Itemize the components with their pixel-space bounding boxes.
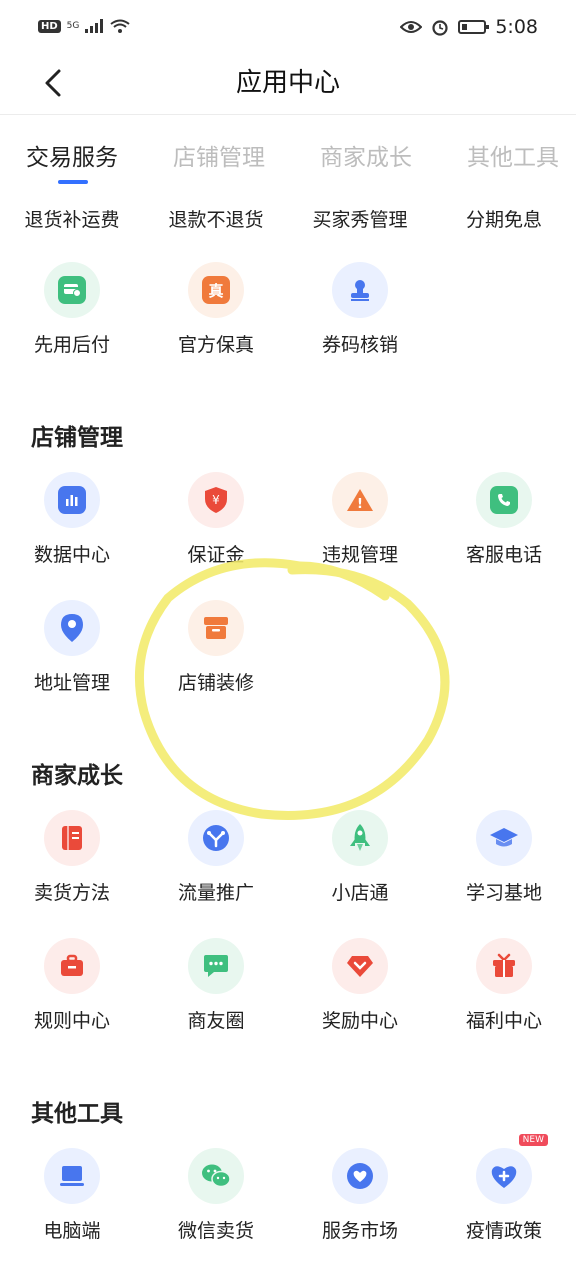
svg-text:¥: ¥ xyxy=(212,493,220,507)
app-label: 分期免息 xyxy=(465,209,542,231)
app-label: 福利中心 xyxy=(465,1010,542,1032)
battery-icon xyxy=(458,20,490,34)
app-label: 奖励中心 xyxy=(321,1010,398,1032)
app-customer-service-phone[interactable]: 客服电话 xyxy=(432,472,576,567)
tab-other-tools[interactable]: 其他工具 xyxy=(467,138,559,172)
signal-type: 5G xyxy=(66,21,80,31)
shield-yen-icon: ¥ xyxy=(188,472,244,528)
bar-chart-icon xyxy=(44,472,100,528)
app-installment[interactable]: 分期免息 xyxy=(432,205,576,232)
graduation-icon xyxy=(476,810,532,866)
briefcase-icon xyxy=(44,938,100,994)
svg-text:!: ! xyxy=(357,497,363,512)
app-address-management[interactable]: 地址管理 xyxy=(0,600,144,695)
award-icon xyxy=(332,938,388,994)
genuine-icon: 真 xyxy=(188,262,244,318)
computer-icon xyxy=(44,1148,100,1204)
eye-icon xyxy=(400,21,423,33)
status-left: HD 5G xyxy=(38,18,131,34)
app-label: 买家秀管理 xyxy=(312,209,408,231)
app-label: 退货补运费 xyxy=(24,209,120,231)
gift-icon xyxy=(476,938,532,994)
app-label: 电脑端 xyxy=(43,1220,101,1242)
app-label: 商友圈 xyxy=(187,1010,245,1032)
app-label: 先用后付 xyxy=(33,334,110,356)
app-xiaodiantong[interactable]: 小店通 xyxy=(288,810,432,905)
app-label: 券码核销 xyxy=(321,334,398,356)
app-violation-management[interactable]: ! 违规管理 xyxy=(288,472,432,567)
app-epidemic-policy[interactable]: NEW 疫情政策 xyxy=(432,1134,576,1243)
app-label: 退款不退货 xyxy=(168,209,264,231)
nav-bar: 应用中心 xyxy=(0,56,576,115)
tab-trade-service[interactable]: 交易服务 xyxy=(26,138,118,172)
app-label: 客服电话 xyxy=(465,544,542,566)
heart-icon xyxy=(332,1148,388,1204)
app-selling-methods[interactable]: 卖货方法 xyxy=(0,810,144,905)
app-label: 店铺装修 xyxy=(177,672,254,694)
app-coupon-verify[interactable]: 券码核销 xyxy=(288,262,432,357)
alarm-icon xyxy=(432,20,448,36)
page-title: 应用中心 xyxy=(235,68,340,98)
app-pc-client[interactable]: 电脑端 xyxy=(0,1148,144,1243)
app-welfare-center[interactable]: 福利中心 xyxy=(432,938,576,1033)
app-label: 服务市场 xyxy=(321,1220,398,1242)
tab-indicator xyxy=(58,180,88,184)
stamp-icon xyxy=(332,262,388,318)
tab-bar: 交易服务 店铺管理 商家成长 其他工具 xyxy=(0,128,576,188)
app-label: 官方保真 xyxy=(177,334,254,356)
app-label: 微信卖货 xyxy=(177,1220,254,1242)
app-label: 卖货方法 xyxy=(33,882,110,904)
app-label: 地址管理 xyxy=(33,672,110,694)
section-title-tools: 其他工具 xyxy=(31,1101,123,1127)
app-label: 数据中心 xyxy=(33,544,110,566)
app-label: 疫情政策 xyxy=(465,1220,542,1242)
wifi-icon xyxy=(110,19,130,33)
new-badge: NEW xyxy=(518,1134,548,1146)
app-data-center[interactable]: 数据中心 xyxy=(0,472,144,567)
signal-icon xyxy=(85,19,104,33)
app-traffic-promotion[interactable]: 流量推广 xyxy=(144,810,288,905)
app-buyer-show[interactable]: 买家秀管理 xyxy=(288,205,432,232)
tab-merchant-growth[interactable]: 商家成长 xyxy=(320,138,412,172)
app-list[interactable]: 退货补运费 退款不退货 买家秀管理 分期免息 先用后付 真 官方保真 券码核销 … xyxy=(0,188,576,1280)
app-learning-base[interactable]: 学习基地 xyxy=(432,810,576,905)
rocket-icon xyxy=(332,810,388,866)
section-title-shop: 店铺管理 xyxy=(31,425,123,451)
app-return-shipping[interactable]: 退货补运费 xyxy=(0,205,144,232)
app-deposit[interactable]: ¥ 保证金 xyxy=(144,472,288,567)
phone-icon xyxy=(476,472,532,528)
app-use-first-pay-later[interactable]: 先用后付 xyxy=(0,262,144,357)
wechat-icon xyxy=(188,1148,244,1204)
app-reward-center[interactable]: 奖励中心 xyxy=(288,938,432,1033)
app-label: 违规管理 xyxy=(321,544,398,566)
location-pin-icon xyxy=(44,600,100,656)
status-bar: HD 5G 5:08 xyxy=(0,0,576,56)
warning-icon: ! xyxy=(332,472,388,528)
network-badge: HD xyxy=(38,19,61,33)
app-label: 小店通 xyxy=(331,882,389,904)
app-wechat-selling[interactable]: 微信卖货 xyxy=(144,1148,288,1243)
app-label: 流量推广 xyxy=(177,882,254,904)
heart-plus-icon: NEW xyxy=(476,1134,548,1204)
traffic-icon xyxy=(188,810,244,866)
app-label: 保证金 xyxy=(187,544,245,566)
chat-icon xyxy=(188,938,244,994)
app-service-market[interactable]: 服务市场 xyxy=(288,1148,432,1243)
app-official-genuine[interactable]: 真 官方保真 xyxy=(144,262,288,357)
app-rules-center[interactable]: 规则中心 xyxy=(0,938,144,1033)
status-time: 5:08 xyxy=(495,16,538,38)
app-label: 规则中心 xyxy=(33,1010,110,1032)
app-shop-decoration[interactable]: 店铺装修 xyxy=(144,600,288,695)
shop-box-icon xyxy=(188,600,244,656)
card-clock-icon xyxy=(44,262,100,318)
status-right: 5:08 xyxy=(400,16,538,38)
app-label: 学习基地 xyxy=(465,882,542,904)
book-icon xyxy=(44,810,100,866)
tab-shop-management[interactable]: 店铺管理 xyxy=(173,138,265,172)
app-merchant-circle[interactable]: 商友圈 xyxy=(144,938,288,1033)
app-refund-no-return[interactable]: 退款不退货 xyxy=(144,205,288,232)
section-title-growth: 商家成长 xyxy=(31,763,123,789)
